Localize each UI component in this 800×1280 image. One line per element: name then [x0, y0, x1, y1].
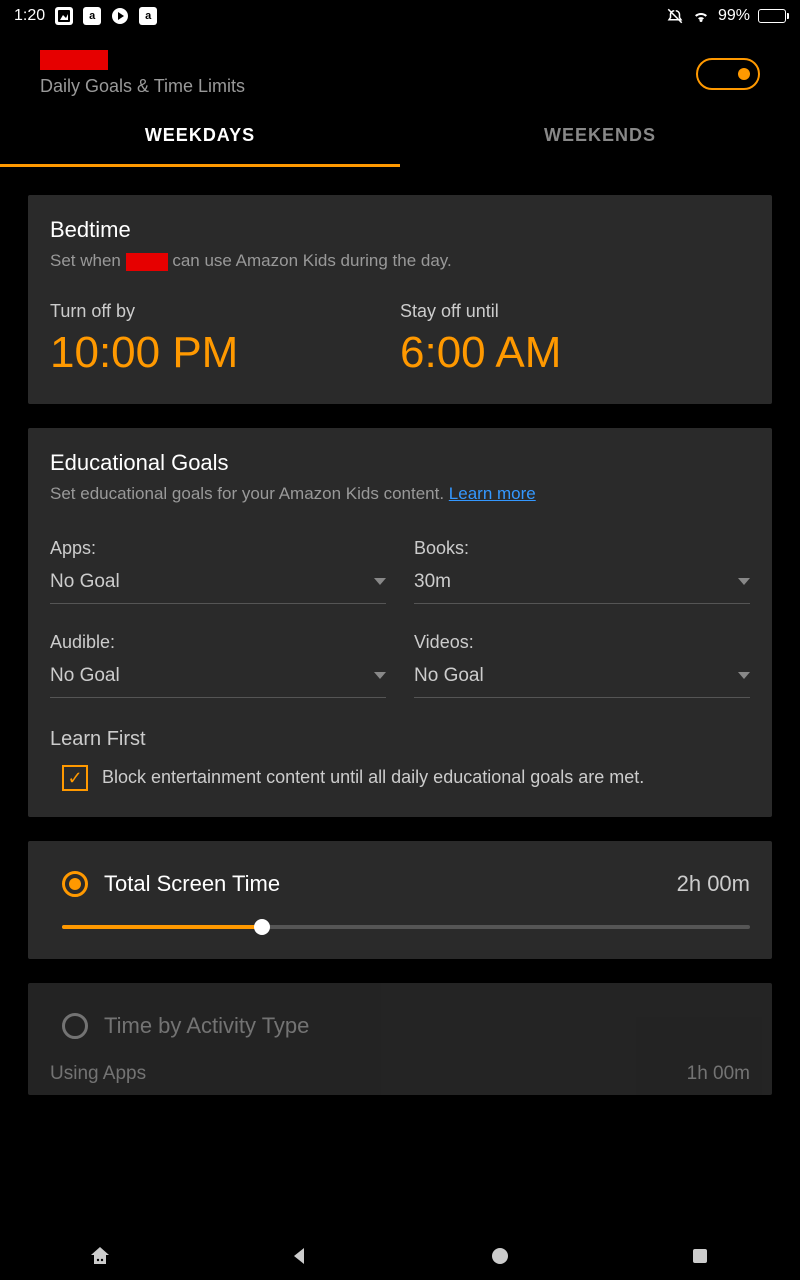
learn-first-title: Learn First — [50, 728, 750, 751]
stay-off-label: Stay off until — [400, 301, 750, 322]
tab-weekdays[interactable]: WEEKDAYS — [0, 107, 400, 167]
bedtime-card: Bedtime Set when can use Amazon Kids dur… — [28, 195, 772, 404]
chevron-down-icon — [374, 578, 386, 585]
goals-title: Educational Goals — [50, 450, 750, 476]
screen-time-slider[interactable] — [62, 925, 750, 929]
battery-icon — [758, 9, 786, 23]
videos-label: Videos: — [414, 632, 750, 653]
page-subtitle: Daily Goals & Time Limits — [40, 76, 245, 97]
overview-button[interactable] — [486, 1242, 514, 1270]
using-apps-value: 1h 00m — [687, 1063, 750, 1085]
image-icon — [55, 7, 73, 25]
bedtime-desc: Set when can use Amazon Kids during the … — [50, 249, 750, 273]
apps-label: Apps: — [50, 538, 386, 559]
activity-type-card: Time by Activity Type Using Apps 1h 00m — [28, 983, 772, 1095]
system-nav-bar — [0, 1232, 800, 1280]
tabs: WEEKDAYS WEEKENDS — [0, 107, 800, 167]
wifi-icon — [692, 7, 710, 25]
stay-off-until[interactable]: Stay off until 6:00 AM — [400, 301, 750, 378]
check-icon: ✓ — [67, 769, 82, 787]
screen-time-card: Total Screen Time 2h 00m — [28, 841, 772, 959]
turn-off-label: Turn off by — [50, 301, 400, 322]
home-button[interactable] — [86, 1242, 114, 1270]
play-icon — [111, 7, 129, 25]
learn-more-link[interactable]: Learn more — [449, 484, 536, 503]
learn-first-desc: Block entertainment content until all da… — [102, 767, 644, 788]
status-time: 1:20 — [14, 7, 45, 25]
apps-select[interactable]: No Goal — [50, 571, 386, 604]
back-button[interactable] — [286, 1242, 314, 1270]
activity-type-radio[interactable] — [62, 1013, 88, 1039]
turn-off-by[interactable]: Turn off by 10:00 PM — [50, 301, 400, 378]
amazon-icon: a — [83, 7, 101, 25]
audible-select[interactable]: No Goal — [50, 665, 386, 698]
activity-type-label: Time by Activity Type — [104, 1013, 750, 1039]
chevron-down-icon — [374, 672, 386, 679]
amazon-icon-2: a — [139, 7, 157, 25]
total-screen-time-radio[interactable] — [62, 871, 88, 897]
videos-select[interactable]: No Goal — [414, 665, 750, 698]
books-select[interactable]: 30m — [414, 571, 750, 604]
stay-off-time: 6:00 AM — [400, 328, 750, 378]
chevron-down-icon — [738, 672, 750, 679]
educational-goals-card: Educational Goals Set educational goals … — [28, 428, 772, 817]
page-header: Daily Goals & Time Limits — [0, 32, 800, 107]
profile-name-redacted-inline — [126, 253, 168, 271]
total-screen-time-value: 2h 00m — [677, 871, 750, 897]
bedtime-title: Bedtime — [50, 217, 750, 243]
chevron-down-icon — [738, 578, 750, 585]
recent-button[interactable] — [686, 1242, 714, 1270]
battery-percent: 99% — [718, 7, 750, 25]
audible-label: Audible: — [50, 632, 386, 653]
status-bar: 1:20 a a 99% — [0, 0, 800, 32]
profile-name-redacted — [40, 50, 108, 70]
slider-thumb[interactable] — [254, 919, 270, 935]
learn-first-checkbox[interactable]: ✓ — [62, 765, 88, 791]
using-apps-label: Using Apps — [50, 1063, 146, 1085]
master-toggle[interactable] — [696, 58, 760, 90]
books-label: Books: — [414, 538, 750, 559]
turn-off-time: 10:00 PM — [50, 328, 400, 378]
total-screen-time-label: Total Screen Time — [104, 871, 661, 897]
tab-weekends[interactable]: WEEKENDS — [400, 107, 800, 167]
dnd-icon — [666, 7, 684, 25]
goals-desc: Set educational goals for your Amazon Ki… — [50, 482, 750, 506]
